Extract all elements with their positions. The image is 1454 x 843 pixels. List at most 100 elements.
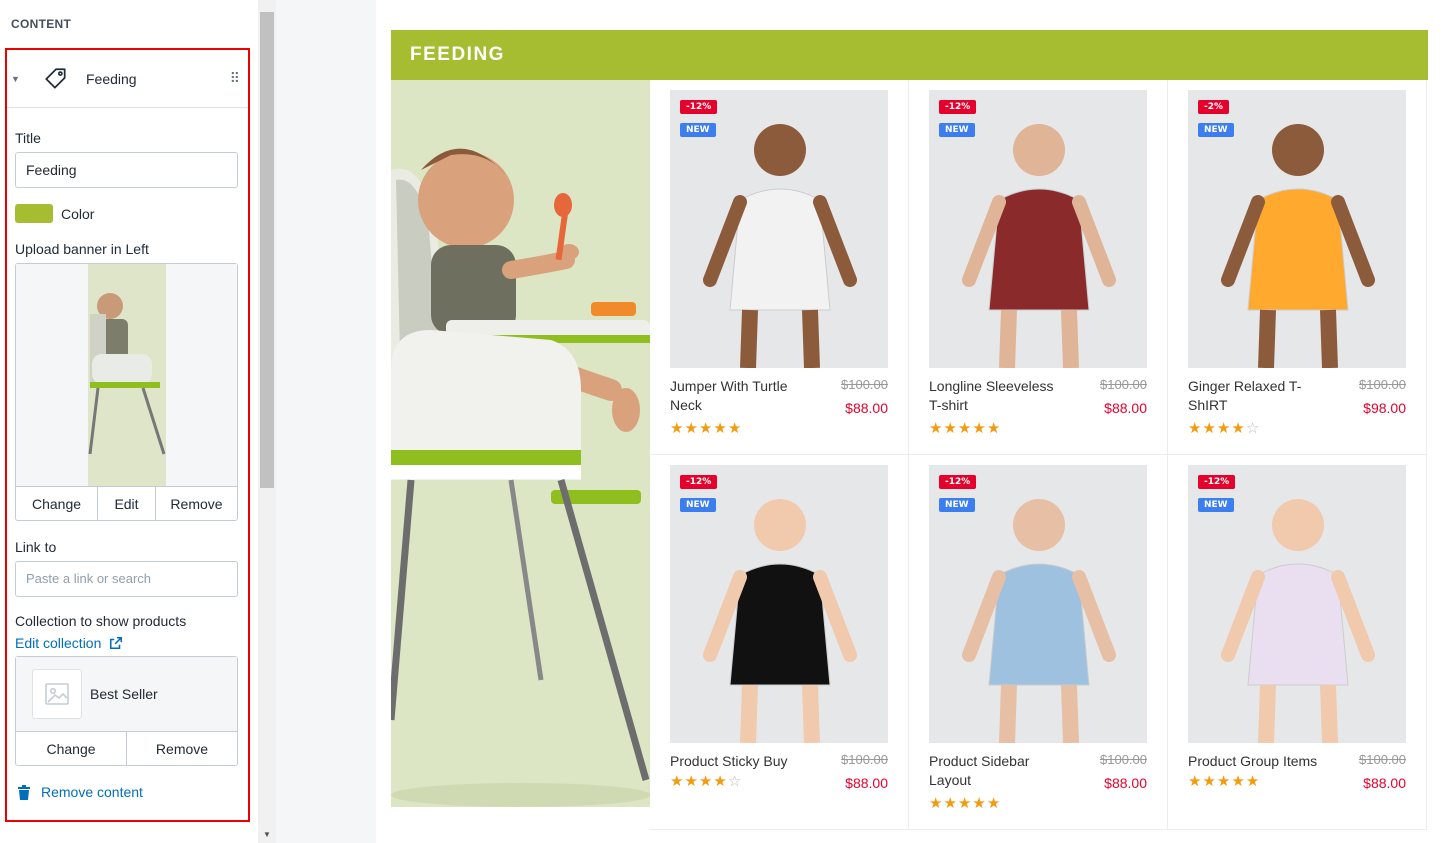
star-filled-icon: ★: [713, 420, 728, 437]
star-filled-icon: ★: [1231, 773, 1246, 790]
new-badge: NEW: [1198, 123, 1234, 137]
sidebar-scrollbar[interactable]: ▼: [258, 0, 276, 843]
product-image[interactable]: -12% NEW: [929, 90, 1147, 368]
feeding-banner-image[interactable]: [391, 80, 650, 807]
star-filled-icon: ★: [1188, 773, 1203, 790]
new-badge: NEW: [680, 498, 716, 512]
banner-thumbnail: [88, 264, 166, 486]
theme-editor-sidebar: CONTENT ▼ Feeding ⠿ Title Feeding Color …: [0, 0, 276, 843]
sale-badge: -12%: [939, 475, 977, 489]
star-filled-icon: ★: [986, 795, 1002, 812]
section-heading-bar: FEEDING: [391, 30, 1428, 80]
edit-collection-link[interactable]: Edit collection: [15, 635, 238, 651]
color-swatch[interactable]: [15, 204, 53, 223]
scrollbar-thumb[interactable]: [260, 12, 274, 488]
banner-thumbnail-area: [16, 264, 237, 486]
block-title: Feeding: [86, 70, 137, 87]
rating-stars: ★★★★★: [929, 794, 1001, 812]
color-picker[interactable]: Color: [15, 204, 238, 223]
tag-icon: [45, 67, 66, 89]
product-name[interactable]: Longline Sleeveless T-shirt: [929, 377, 1069, 415]
banner-remove-button[interactable]: Remove: [156, 487, 237, 520]
star-filled-icon: ★: [670, 420, 685, 437]
star-empty-icon: ☆: [1245, 420, 1261, 437]
collection-picker: Best Seller Change Remove: [15, 656, 238, 766]
product-name[interactable]: Ginger Relaxed T-ShIRT: [1188, 377, 1328, 415]
banner-change-button[interactable]: Change: [16, 487, 98, 520]
section-title: CONTENT: [11, 17, 72, 31]
block-header[interactable]: ▼ Feeding ⠿: [7, 50, 248, 108]
old-price: $100.00: [1359, 752, 1406, 767]
product-image[interactable]: -12% NEW: [929, 465, 1147, 743]
star-filled-icon: ★: [972, 420, 987, 437]
new-badge: NEW: [680, 123, 716, 137]
product-card[interactable]: -12% NEW Product Group Items $100.00 $88…: [1168, 455, 1427, 830]
external-link-icon: [110, 636, 123, 650]
product-card[interactable]: -12% NEW Product Sidebar Layout $100.00 …: [909, 455, 1168, 830]
product-card[interactable]: -12% NEW Jumper With Turtle Neck $100.00…: [650, 80, 909, 455]
star-filled-icon: ★: [1202, 420, 1217, 437]
old-price: $100.00: [841, 377, 888, 392]
rating-stars: ★★★★★: [929, 419, 1001, 437]
sale-price: $88.00: [1104, 400, 1147, 416]
sale-price: $88.00: [845, 400, 888, 416]
product-image[interactable]: -2% NEW: [1188, 90, 1406, 368]
caret-down-icon[interactable]: ▼: [11, 74, 31, 84]
sale-badge: -2%: [1198, 100, 1230, 114]
link-input[interactable]: Paste a link or search: [15, 561, 238, 597]
old-price: $100.00: [1100, 752, 1147, 767]
content-block-panel: ▼ Feeding ⠿ Title Feeding Color Upload b…: [5, 48, 250, 822]
title-input[interactable]: Feeding: [15, 152, 238, 188]
star-filled-icon: ★: [929, 420, 944, 437]
edit-collection-text[interactable]: Edit collection: [15, 635, 101, 651]
image-placeholder-icon: [32, 669, 82, 719]
product-card[interactable]: -12% NEW Product Sticky Buy $100.00 $88.…: [650, 455, 909, 830]
section-heading: FEEDING: [410, 44, 505, 65]
star-filled-icon: ★: [1216, 420, 1232, 437]
scroll-down-arrow-icon[interactable]: ▼: [263, 830, 271, 839]
remove-content-button[interactable]: Remove content: [15, 784, 238, 800]
link-label: Link to: [15, 539, 57, 555]
old-price: $100.00: [841, 752, 888, 767]
remove-content-label[interactable]: Remove content: [41, 784, 143, 800]
collection-change-button[interactable]: Change: [16, 732, 127, 765]
product-name[interactable]: Jumper With Turtle Neck: [670, 377, 810, 415]
trash-icon: [18, 784, 30, 800]
product-grid: -12% NEW Jumper With Turtle Neck $100.00…: [650, 80, 1428, 830]
star-filled-icon: ★: [1216, 773, 1232, 790]
banner-label: Upload banner in Left: [15, 241, 149, 257]
star-filled-icon: ★: [727, 420, 743, 437]
product-image[interactable]: -12% NEW: [1188, 465, 1406, 743]
rating-stars: ★★★★☆: [1188, 419, 1260, 437]
star-filled-icon: ★: [713, 773, 728, 790]
star-filled-icon: ★: [972, 795, 987, 812]
sale-price: $98.00: [1363, 400, 1406, 416]
product-name[interactable]: Product Sidebar Layout: [929, 752, 1069, 790]
collection-remove-button[interactable]: Remove: [127, 732, 237, 765]
collection-label: Collection to show products: [15, 613, 187, 629]
collection-item: Best Seller: [16, 657, 237, 731]
product-card[interactable]: -12% NEW Longline Sleeveless T-shirt $10…: [909, 80, 1168, 455]
new-badge: NEW: [939, 498, 975, 512]
product-image[interactable]: -12% NEW: [670, 90, 888, 368]
banner-edit-button[interactable]: Edit: [98, 487, 156, 520]
color-label: Color: [61, 205, 95, 222]
product-image[interactable]: -12% NEW: [670, 465, 888, 743]
product-card[interactable]: -2% NEW Ginger Relaxed T-ShIRT $100.00 $…: [1168, 80, 1427, 455]
storefront-preview: FEEDING -12% NEW Jumper With Turtle Neck…: [376, 0, 1454, 843]
rating-stars: ★★★★★: [670, 419, 742, 437]
star-filled-icon: ★: [957, 420, 973, 437]
old-price: $100.00: [1100, 377, 1147, 392]
sale-badge: -12%: [939, 100, 977, 114]
product-name[interactable]: Product Group Items: [1188, 752, 1328, 771]
sale-price: $88.00: [1104, 775, 1147, 791]
star-filled-icon: ★: [698, 420, 714, 437]
rating-stars: ★★★★☆: [670, 772, 742, 790]
sale-badge: -12%: [680, 475, 718, 489]
star-filled-icon: ★: [670, 773, 685, 790]
collection-actions: Change Remove: [16, 731, 237, 765]
sale-price: $88.00: [1363, 775, 1406, 791]
product-name[interactable]: Product Sticky Buy: [670, 752, 810, 771]
drag-handle-icon[interactable]: ⠿: [230, 70, 240, 87]
star-filled-icon: ★: [1245, 773, 1261, 790]
